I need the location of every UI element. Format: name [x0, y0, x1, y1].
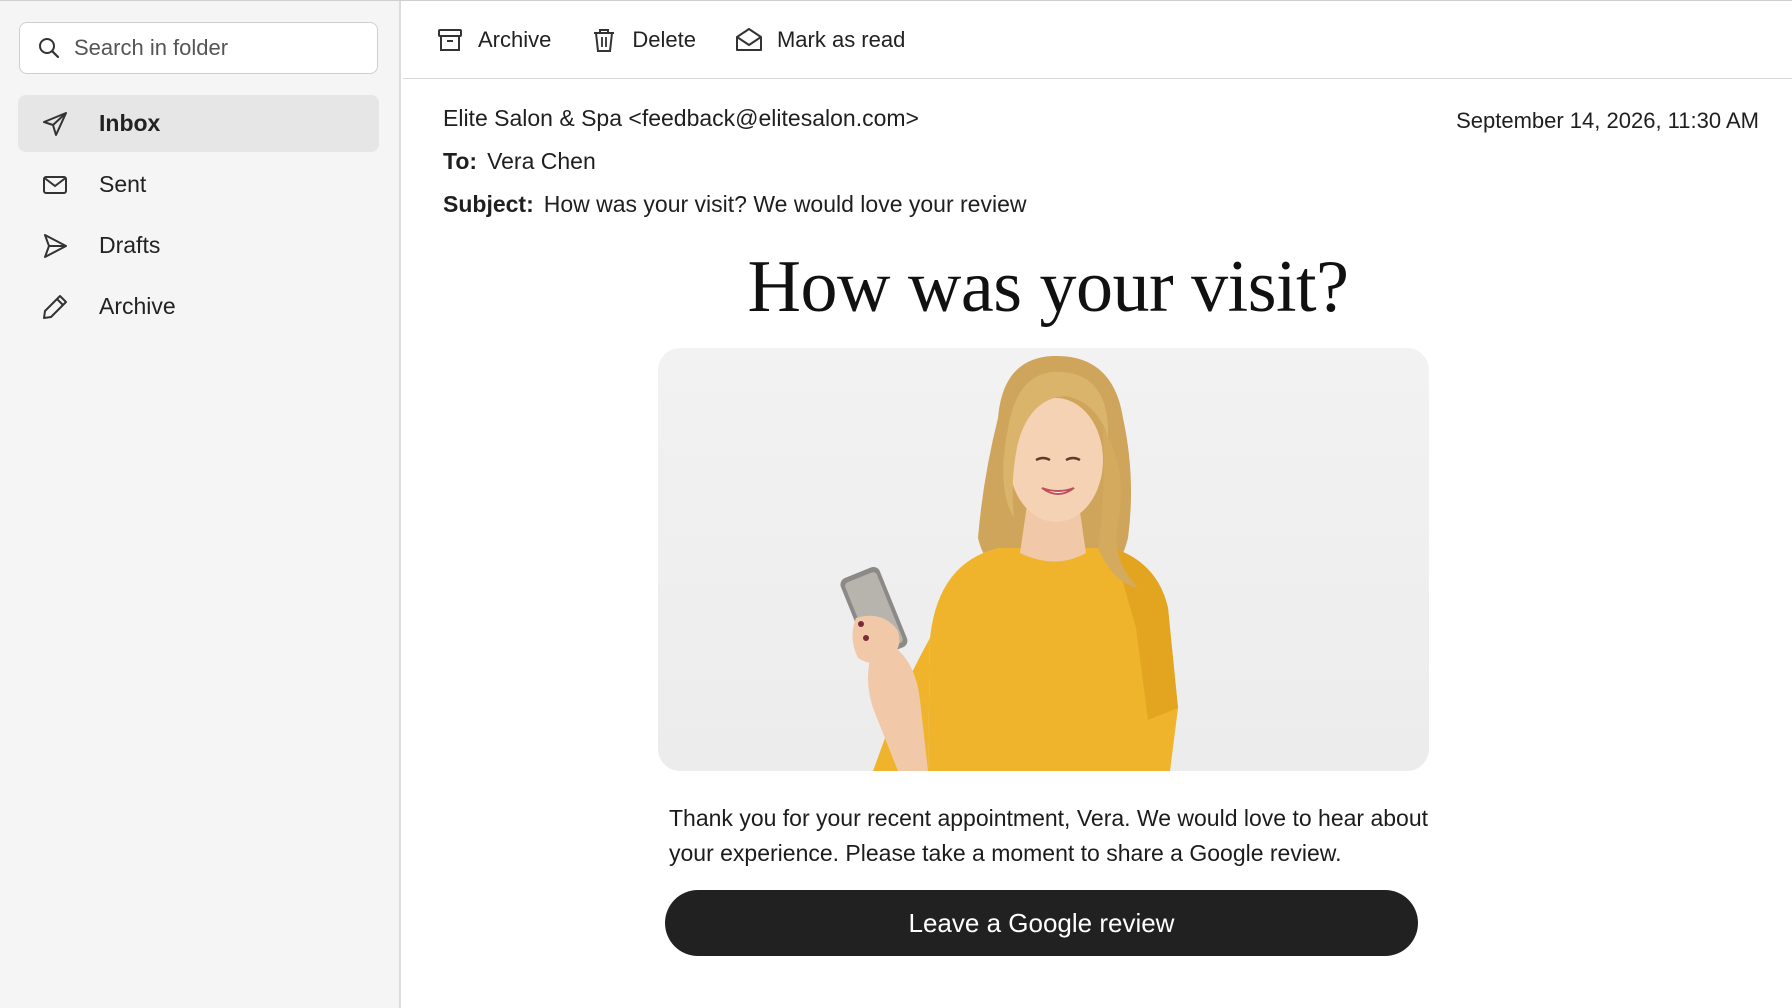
subject: How was your visit? We would love your r…	[543, 191, 1027, 217]
sidebar-item-label: Archive	[99, 293, 176, 319]
envelope-open-icon	[734, 25, 764, 55]
search-input[interactable]	[74, 35, 354, 61]
mark-as-read-button[interactable]: Mark as read	[734, 25, 905, 55]
archive-button[interactable]: Archive	[435, 25, 551, 55]
folder-nav: Inbox Sent Drafts Archive	[18, 95, 379, 339]
envelope-icon	[40, 170, 70, 200]
paper-plane-icon	[40, 231, 70, 261]
archive-label: Archive	[478, 26, 552, 52]
search-icon	[36, 35, 62, 61]
recipient-line: To: Vera Chen	[443, 148, 596, 175]
sidebar-item-archive[interactable]: Archive	[18, 278, 379, 335]
to-key: To:	[443, 148, 478, 174]
archive-box-icon	[435, 25, 465, 55]
trash-icon	[589, 25, 619, 55]
email-headline: How was your visit?	[747, 246, 1349, 328]
delete-label: Delete	[632, 26, 696, 52]
message-date: September 14, 2026, 11:30 AM	[1456, 108, 1759, 133]
sender: Elite Salon & Spa <feedback@elitesalon.c…	[443, 105, 919, 131]
recipient: Vera Chen	[487, 148, 596, 174]
sidebar-item-label: Inbox	[99, 110, 161, 136]
email-body-text: Thank you for your recent appointment, V…	[669, 805, 1429, 866]
delete-button[interactable]: Delete	[589, 25, 696, 55]
woman-with-phone-photo	[658, 348, 1429, 771]
sidebar-item-drafts[interactable]: Drafts	[18, 217, 379, 274]
sidebar-item-inbox[interactable]: Inbox	[18, 95, 379, 152]
mark-as-read-label: Mark as read	[776, 26, 906, 52]
message-toolbar: Archive Delete Mark as read	[403, 1, 1792, 79]
sidebar: Inbox Sent Drafts Archive	[0, 1, 401, 1008]
leave-review-button[interactable]: Leave a Google review	[665, 890, 1418, 956]
mail-app: Inbox Sent Drafts Archive	[0, 0, 1792, 1008]
sidebar-item-sent[interactable]: Sent	[18, 156, 379, 213]
pencil-icon	[40, 292, 70, 322]
search-box[interactable]	[19, 22, 378, 74]
subject-line: Subject: How was your visit? We would lov…	[443, 191, 1027, 218]
hero-illustration	[840, 355, 1178, 771]
sidebar-item-label: Sent	[99, 171, 147, 197]
sidebar-item-label: Drafts	[99, 232, 161, 258]
subject-key: Subject:	[443, 191, 534, 217]
send-icon	[40, 109, 70, 139]
